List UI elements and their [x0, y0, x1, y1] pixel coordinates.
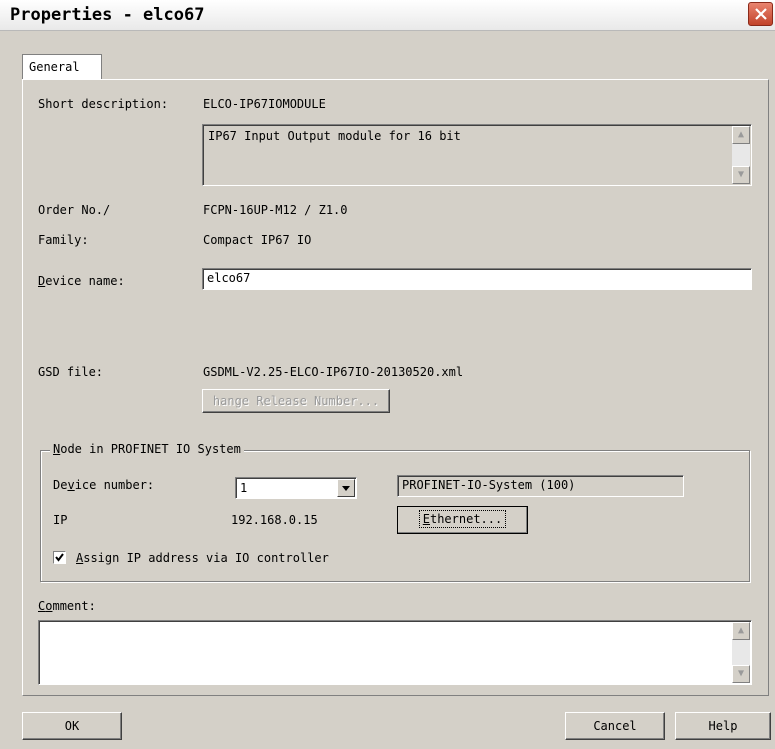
comment-label: Comment:: [38, 599, 96, 613]
device-number-value: 1: [240, 481, 248, 495]
family-label: Family:: [38, 233, 89, 247]
device-number-select[interactable]: 1: [235, 477, 357, 499]
description-textarea[interactable]: IP67 Input Output module for 16 bit: [202, 124, 752, 186]
close-icon: [755, 8, 767, 20]
short-description-value: ELCO-IP67IOMODULE: [203, 97, 326, 111]
device-name-input[interactable]: elco67: [202, 268, 752, 290]
cancel-button[interactable]: Cancel: [565, 712, 665, 740]
help-button[interactable]: Help: [675, 712, 771, 740]
comment-scrollbar[interactable]: ▲ ▼: [732, 622, 750, 683]
close-button[interactable]: [748, 2, 773, 26]
scroll-down-arrow-icon[interactable]: ▼: [732, 665, 750, 683]
io-system-value: PROFINET-IO-System (100): [402, 478, 576, 492]
scroll-down-arrow-icon[interactable]: ▼: [732, 166, 750, 184]
assign-ip-label: Assign IP address via IO controller: [76, 551, 329, 565]
ok-button[interactable]: OK: [22, 712, 122, 740]
node-group-title: Node in PROFINET IO System: [50, 442, 244, 456]
short-description-label: Short description:: [38, 97, 169, 111]
gsd-file-label: GSD file:: [38, 365, 104, 379]
tab-general[interactable]: General: [22, 54, 102, 80]
ip-value: 192.168.0.15: [231, 513, 318, 527]
chevron-down-icon[interactable]: [337, 479, 355, 497]
device-name-value: elco67: [207, 271, 251, 285]
scroll-up-arrow-icon[interactable]: ▲: [732, 126, 750, 144]
change-release-number-button[interactable]: hange Release Number...: [202, 389, 390, 413]
family-value: Compact IP67 IO: [203, 233, 312, 247]
description-text: IP67 Input Output module for 16 bit: [208, 129, 461, 143]
ethernet-button[interactable]: Ethernet...: [397, 506, 528, 534]
device-name-label: Device name:: [38, 274, 125, 288]
properties-dialog: Properties - elco67 General Short descri…: [0, 0, 775, 749]
tab-general-label: General: [29, 60, 80, 74]
title-bar: Properties - elco67: [0, 0, 775, 31]
assign-ip-checkbox[interactable]: [53, 551, 66, 564]
io-system-field: PROFINET-IO-System (100): [397, 475, 684, 497]
description-scrollbar[interactable]: ▲ ▼: [732, 126, 750, 184]
scroll-up-arrow-icon[interactable]: ▲: [732, 622, 750, 640]
window-title: Properties - elco67: [10, 5, 205, 25]
order-no-label: Order No./: [38, 203, 111, 217]
comment-textarea[interactable]: [38, 620, 752, 685]
device-number-label: Device number:: [53, 478, 155, 492]
order-no-value: FCPN-16UP-M12 / Z1.0: [203, 203, 348, 217]
ip-label: IP: [53, 513, 68, 527]
gsd-file-value: GSDML-V2.25-ELCO-IP67IO-20130520.xml: [203, 365, 464, 379]
checkmark-icon: [55, 553, 64, 562]
